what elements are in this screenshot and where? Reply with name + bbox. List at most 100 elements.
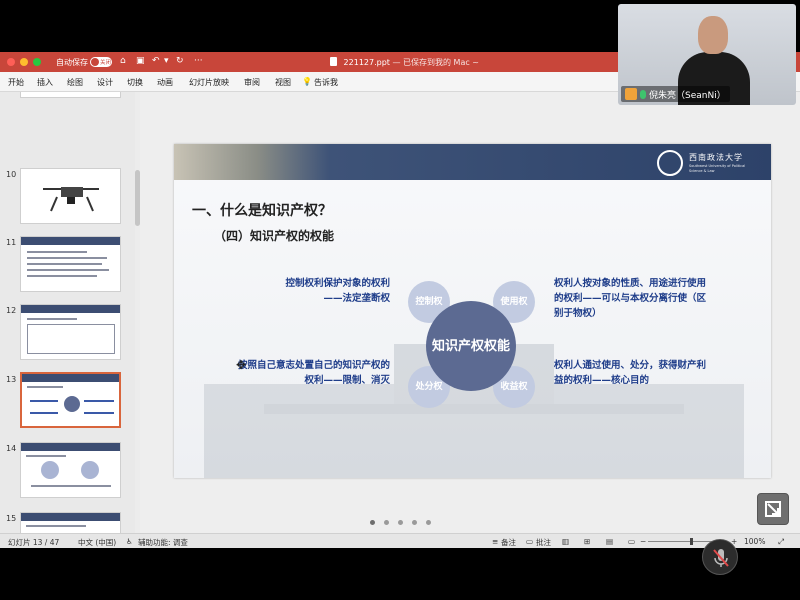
annotation-profit-right[interactable]: 权利人通过使用、处分，获得财产利 益的权利——核心目的 (554, 358, 706, 388)
annotation-use-right[interactable]: 权利人按对象的性质、用途进行使用 的权利——可以与本权分离行使（区 别于物权） (554, 276, 706, 321)
slide-thumbnail-pane[interactable]: 10 11 12 13 14 15 (0, 92, 136, 533)
page-dot[interactable] (412, 520, 417, 525)
comments-icon: ▭ (526, 537, 534, 546)
lightbulb-icon: 💡 (302, 77, 312, 86)
annotation-line: 权利人按对象的性质、用途进行使用 (554, 278, 707, 289)
thumb-line (27, 263, 102, 265)
mute-microphone-button[interactable] (702, 539, 738, 575)
fullscreen-button[interactable] (757, 493, 789, 525)
slide-thumbnail[interactable] (20, 92, 121, 98)
zoom-slider-knob[interactable] (690, 538, 693, 545)
zoom-window-button[interactable] (33, 58, 41, 66)
slide-editor[interactable]: 西南政法大学 Southwest University of Political… (140, 92, 800, 533)
page-dot[interactable] (384, 520, 389, 525)
slide-number: 11 (6, 238, 17, 247)
document-title: 221127.ppt — 已保存到我的 Mac ~ (330, 57, 479, 68)
reading-view-icon[interactable]: ▤ (606, 537, 613, 546)
undo-icon[interactable]: ↶ (152, 56, 160, 66)
fit-slide-icon[interactable]: ⤢ (778, 537, 784, 547)
slide-counter: 幻灯片 13 / 47 (8, 538, 60, 547)
status-bar: 幻灯片 13 / 47 中文 (中国) ♿ 辅助功能: 调查 ≡ 备注 ▭ 批注… (0, 533, 800, 548)
save-icon[interactable]: ▣ (136, 56, 145, 66)
powerpoint-window: 自动保存 关闭 ⌂ ▣ ↶ ▾ ↻ ··· 221127.ppt — 已保存到我… (0, 52, 800, 548)
thumb-banner (22, 374, 119, 382)
undo-dropdown-icon[interactable]: ▾ (164, 56, 169, 66)
slide-number: 15 (6, 514, 17, 523)
autosave-label: 自动保存 (56, 58, 88, 67)
participant-label: 倪朱亮（SeanNi） (621, 86, 730, 102)
tell-me-search[interactable]: 告诉我 (314, 77, 338, 88)
page-dot[interactable] (398, 520, 403, 525)
slide-thumbnail-13[interactable] (20, 372, 121, 428)
university-name: 西南政法大学 (689, 153, 743, 162)
thumb-table (27, 324, 115, 354)
tab-draw[interactable]: 绘图 (67, 77, 83, 88)
slide-number: 12 (6, 306, 17, 315)
zoom-level[interactable]: 100% (744, 537, 765, 546)
close-window-button[interactable] (7, 58, 15, 66)
expand-icon (765, 501, 781, 517)
language-indicator[interactable]: 中文 (中国) (78, 537, 116, 548)
thumb-circle (81, 461, 99, 479)
thumb-line (27, 386, 63, 388)
annotation-line: 按照自己意志处置自己的知识产权的 (237, 360, 390, 371)
slide-number: 14 (6, 444, 17, 453)
tab-animations[interactable]: 动画 (157, 77, 173, 88)
university-name-en: Southwest University of Political Scienc… (689, 164, 746, 173)
annotation-disposal-right[interactable]: 按照自己意志处置自己的知识产权的 权利——限制、消灭 (238, 358, 390, 388)
notes-icon: ≡ (492, 537, 499, 546)
participant-head (698, 16, 728, 54)
tab-home[interactable]: 开始 (8, 77, 24, 88)
slideshow-icon[interactable]: ▭ (628, 537, 635, 546)
tab-slideshow[interactable]: 幻灯片放映 (189, 77, 229, 88)
slide-heading[interactable]: 一、什么是知识产权？ (192, 200, 332, 220)
current-slide[interactable]: 西南政法大学 Southwest University of Political… (174, 144, 771, 478)
zoom-out-icon[interactable]: − (640, 537, 646, 546)
slide-number: 10 (6, 170, 17, 179)
comments-button[interactable]: 批注 (536, 537, 551, 548)
slide-thumbnail-12[interactable] (20, 304, 121, 360)
slide-thumbnail-14[interactable] (20, 442, 121, 498)
page-dot[interactable] (426, 520, 431, 525)
slide-thumbnail-11[interactable] (20, 236, 121, 292)
annotation-line: 权利——限制、消灭 (304, 375, 390, 386)
slide-thumbnail-15[interactable] (20, 512, 121, 533)
tab-view[interactable]: 视图 (275, 77, 291, 88)
thumb-circle (41, 461, 59, 479)
autosave-toggle[interactable]: 关闭 (90, 57, 112, 67)
thumb-line (84, 412, 114, 414)
thumb-line (27, 318, 77, 320)
tab-transitions[interactable]: 切换 (127, 77, 143, 88)
thumb-line (30, 400, 58, 402)
more-icon[interactable]: ··· (194, 56, 203, 66)
annotation-line: 权利人通过使用、处分，获得财产利 (554, 360, 707, 371)
accessibility-status[interactable]: 辅助功能: 调查 (138, 537, 188, 548)
core-circle[interactable]: 知识产权权能 (426, 301, 516, 391)
webcam-video[interactable]: 倪朱亮（SeanNi） (618, 4, 796, 105)
accessibility-icon: ♿ (126, 537, 133, 546)
slide-thumbnail-10[interactable] (20, 168, 121, 224)
drone-image (43, 187, 99, 212)
thumb-banner (21, 443, 120, 451)
notes-button[interactable]: 备注 (501, 537, 516, 548)
thumb-line (26, 455, 66, 457)
slide-subheading[interactable]: （四）知识产权的权能 (214, 227, 334, 244)
annotation-line: ——法定垄断权 (323, 293, 390, 304)
university-seal-icon (657, 150, 683, 176)
home-icon[interactable]: ⌂ (120, 56, 126, 66)
minimize-window-button[interactable] (20, 58, 28, 66)
annotation-line: 控制权利保护对象的权利 (285, 278, 390, 289)
annotation-control-right[interactable]: 控制权利保护对象的权利 ——法定垄断权 (285, 276, 390, 306)
tab-insert[interactable]: 插入 (37, 77, 53, 88)
slide-sorter-icon[interactable]: ⊞ (584, 537, 590, 546)
thumb-line (27, 275, 97, 277)
presenter-page-dots (370, 518, 450, 528)
normal-view-icon[interactable]: ▥ (562, 537, 569, 546)
toggle-knob (91, 58, 99, 66)
page-dot[interactable] (370, 520, 375, 525)
thumb-line (84, 400, 114, 402)
redo-icon[interactable]: ↻ (176, 56, 184, 66)
tab-review[interactable]: 审阅 (244, 77, 260, 88)
document-icon (330, 57, 337, 66)
tab-design[interactable]: 设计 (97, 77, 113, 88)
